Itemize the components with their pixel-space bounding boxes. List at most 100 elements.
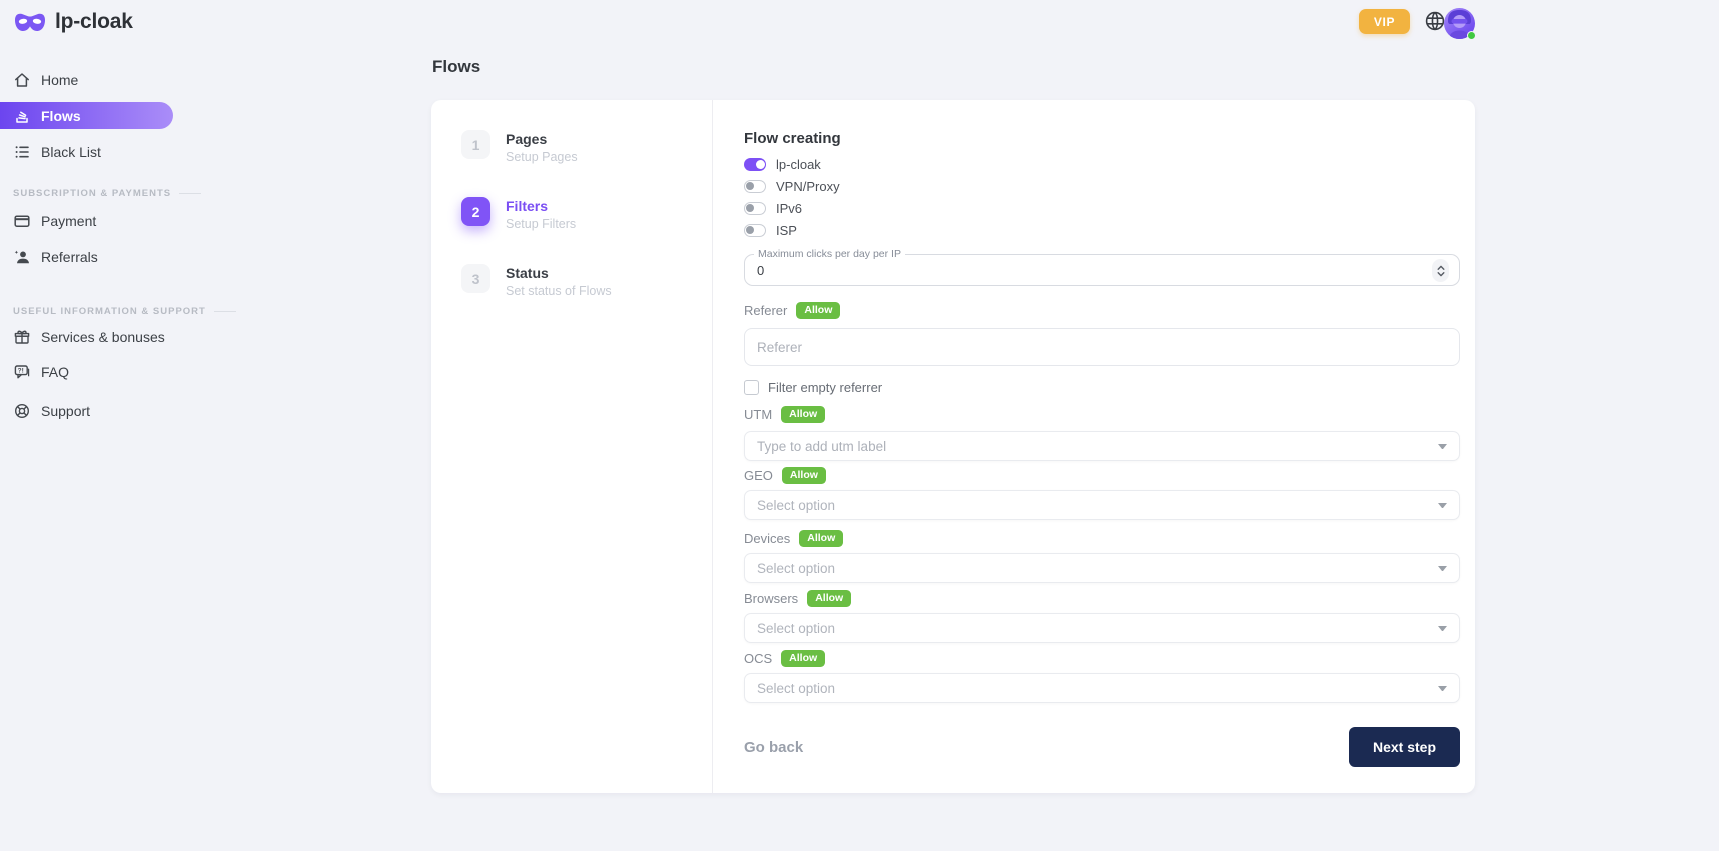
ocs-label-row: OCS Allow	[744, 651, 1460, 666]
referer-input[interactable]	[745, 340, 1459, 355]
sidebar-item-label: Flows	[41, 108, 81, 124]
vip-button[interactable]: VIP	[1359, 9, 1410, 34]
select-placeholder: Select option	[757, 681, 835, 696]
geo-label: GEO	[744, 468, 773, 483]
flows-icon	[13, 107, 31, 125]
toggle-knob	[746, 204, 754, 212]
flow-card: 1 Pages Setup Pages 2 Filters Setup Filt…	[431, 100, 1475, 793]
sidebar-item-support[interactable]: Support	[0, 399, 173, 423]
toggle-knob	[756, 160, 765, 169]
sidebar-section-title: SUBSCRIPTION & PAYMENTS	[13, 188, 171, 199]
referer-allow-badge: Allow	[796, 302, 840, 319]
brand-name: lp-cloak	[55, 10, 133, 34]
sidebar-item-faq[interactable]: ?! FAQ	[0, 360, 173, 384]
ocs-label: OCS	[744, 651, 772, 666]
isp-toggle[interactable]	[744, 224, 766, 237]
max-clicks-field: Maximum clicks per day per IP	[744, 254, 1460, 286]
gift-icon	[13, 328, 31, 346]
devices-select[interactable]: Select option	[744, 553, 1460, 583]
chevron-down-icon	[1438, 686, 1447, 691]
filter-empty-referrer-checkbox[interactable]	[744, 380, 759, 395]
sidebar-section-title: USEFUL INFORMATION & SUPPORT	[13, 306, 206, 317]
toggle-knob	[746, 226, 754, 234]
chevron-down-icon	[1438, 444, 1447, 449]
sidebar-item-black-list[interactable]: Black List	[0, 140, 173, 164]
chevron-down-icon	[1438, 566, 1447, 571]
utm-allow-badge: Allow	[781, 406, 825, 423]
ocs-allow-badge: Allow	[781, 650, 825, 667]
geo-select[interactable]: Select option	[744, 490, 1460, 520]
sidebar-item-payment[interactable]: Payment	[0, 209, 173, 233]
referer-label-row: Referer Allow	[744, 303, 1460, 318]
form-title: Flow creating	[744, 131, 1460, 146]
step-number: 3	[461, 264, 490, 293]
step-pages[interactable]: 1 Pages Setup Pages	[461, 130, 712, 164]
toggle-label: ISP	[776, 223, 797, 238]
chevron-down-icon	[1438, 503, 1447, 508]
step-number: 1	[461, 130, 490, 159]
step-filters[interactable]: 2 Filters Setup Filters	[461, 197, 712, 231]
toggle-row-ipv6: IPv6	[744, 201, 1460, 215]
utm-input[interactable]	[757, 439, 1438, 454]
sidebar-item-referrals[interactable]: Referrals	[0, 245, 173, 269]
go-back-button[interactable]: Go back	[744, 739, 803, 756]
sidebar-section-subscription: SUBSCRIPTION & PAYMENTS	[13, 188, 201, 199]
faq-bubble-icon: ?!	[13, 363, 31, 381]
sidebar-item-label: Referrals	[41, 249, 98, 265]
utm-label-row: UTM Allow	[744, 407, 1460, 422]
select-placeholder: Select option	[757, 498, 835, 513]
brand-logo[interactable]: lp-cloak	[13, 10, 133, 34]
sidebar: Home Flows Black List SUBSCRIPTION & PAY…	[0, 44, 173, 804]
step-title: Pages	[506, 130, 578, 147]
lifebuoy-icon	[13, 402, 31, 420]
browsers-select[interactable]: Select option	[744, 613, 1460, 643]
utm-tag-input[interactable]	[744, 431, 1460, 461]
lp-cloak-toggle[interactable]	[744, 158, 766, 171]
vpn-proxy-toggle[interactable]	[744, 180, 766, 193]
sidebar-section-support: USEFUL INFORMATION & SUPPORT	[13, 306, 236, 317]
ipv6-toggle[interactable]	[744, 202, 766, 215]
step-subtitle: Set status of Flows	[506, 284, 612, 298]
form-footer: Go back Next step	[744, 727, 1460, 767]
toggle-knob	[746, 182, 754, 190]
devices-allow-badge: Allow	[799, 530, 843, 547]
credit-card-icon	[13, 212, 31, 230]
language-globe-icon[interactable]	[1424, 10, 1446, 32]
toggle-label: lp-cloak	[776, 157, 821, 172]
step-subtitle: Setup Filters	[506, 217, 576, 231]
ocs-select[interactable]: Select option	[744, 673, 1460, 703]
chevron-down-icon	[1438, 626, 1447, 631]
page-title: Flows	[432, 57, 480, 77]
sidebar-item-label: Services & bonuses	[41, 329, 165, 345]
select-placeholder: Select option	[757, 621, 835, 636]
sidebar-item-home[interactable]: Home	[0, 68, 173, 92]
blacklist-icon	[13, 143, 31, 161]
browsers-label-row: Browsers Allow	[744, 591, 1460, 606]
utm-label: UTM	[744, 407, 772, 422]
toggle-row-isp: ISP	[744, 223, 1460, 237]
flow-creating-form: Flow creating lp-cloak VPN/Proxy IPv6 IS…	[713, 100, 1475, 793]
geo-allow-badge: Allow	[782, 467, 826, 484]
number-stepper[interactable]	[1432, 259, 1449, 282]
flow-stepper: 1 Pages Setup Pages 2 Filters Setup Filt…	[431, 100, 713, 793]
devices-label-row: Devices Allow	[744, 531, 1460, 546]
sidebar-item-label: FAQ	[41, 364, 69, 380]
sidebar-item-label: Black List	[41, 144, 101, 160]
sidebar-item-flows[interactable]: Flows	[0, 102, 173, 129]
max-clicks-label: Maximum clicks per day per IP	[754, 249, 905, 260]
devices-label: Devices	[744, 531, 790, 546]
toggle-label: VPN/Proxy	[776, 179, 840, 194]
step-status[interactable]: 3 Status Set status of Flows	[461, 264, 712, 298]
browsers-label: Browsers	[744, 591, 798, 606]
sidebar-item-services[interactable]: Services & bonuses	[0, 325, 173, 349]
step-title: Filters	[506, 197, 576, 214]
toggle-label: IPv6	[776, 201, 802, 216]
step-title: Status	[506, 264, 612, 281]
mask-logo-icon	[13, 12, 47, 33]
referer-label: Referer	[744, 303, 787, 318]
svg-text:?!: ?!	[18, 368, 24, 375]
step-subtitle: Setup Pages	[506, 150, 578, 164]
geo-label-row: GEO Allow	[744, 468, 1460, 483]
next-step-button[interactable]: Next step	[1349, 727, 1460, 767]
filter-empty-referrer-row[interactable]: Filter empty referrer	[744, 379, 1460, 395]
